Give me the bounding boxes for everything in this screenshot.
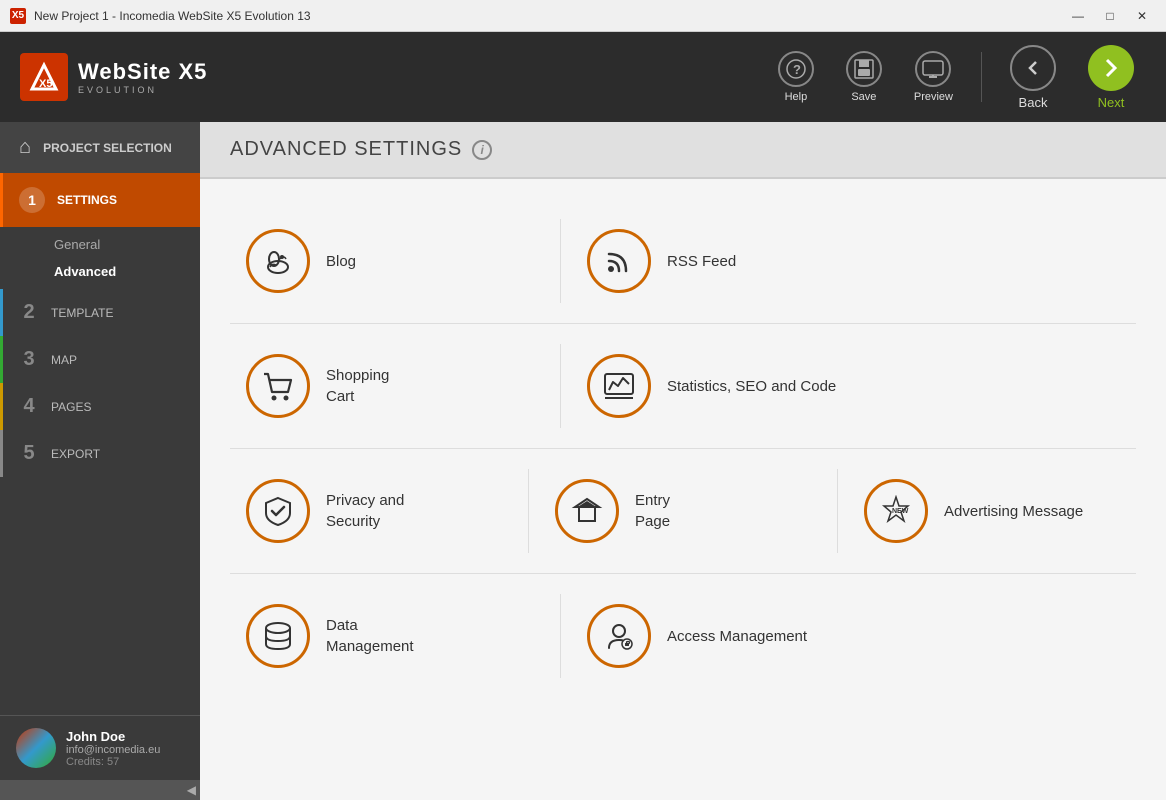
export-label: EXPORT — [51, 447, 100, 461]
advertising-label: Advertising Message — [944, 501, 1083, 522]
tile-privacy[interactable]: Privacy andSecurity — [230, 469, 518, 553]
content-area: ⌂ PROJECT SELECTION 1 SETTINGS General A… — [0, 122, 1166, 800]
tile-rss[interactable]: RSS Feed — [571, 219, 891, 303]
user-email: info@incomedia.eu — [66, 744, 160, 756]
tiles-row-2: Privacy andSecurity EntryPage — [230, 449, 1136, 574]
logo-icon: X5 — [20, 53, 68, 101]
privacy-icon — [246, 479, 310, 543]
main-content: ADVANCED SETTINGS i — [200, 122, 1166, 800]
maximize-button[interactable]: □ — [1096, 6, 1124, 26]
home-icon: ⌂ — [19, 136, 31, 159]
sidebar-item-map[interactable]: 3 MAP — [0, 336, 200, 383]
next-button[interactable]: Next — [1076, 39, 1146, 116]
next-icon — [1088, 45, 1134, 91]
tiles-row-3: DataManagement — [230, 574, 1136, 698]
access-management-label: Access Management — [667, 626, 807, 647]
entry-page-label: EntryPage — [635, 490, 670, 532]
sidebar-item-template[interactable]: 2 TEMPLATE — [0, 289, 200, 336]
separator — [528, 469, 529, 553]
help-button[interactable]: ? Help — [766, 45, 826, 109]
back-icon — [1010, 45, 1056, 91]
access-management-icon — [587, 604, 651, 668]
blog-label: Blog — [326, 251, 356, 272]
advertising-icon: NEW — [864, 479, 928, 543]
pages-label: PAGES — [51, 400, 91, 414]
svg-text:?: ? — [793, 62, 801, 77]
shopping-cart-label: ShoppingCart — [326, 365, 389, 407]
svg-text:NEW: NEW — [892, 508, 909, 515]
info-icon[interactable]: i — [472, 140, 492, 160]
map-label: MAP — [51, 353, 77, 367]
page-title: ADVANCED SETTINGS — [230, 138, 462, 161]
statistics-icon — [587, 354, 651, 418]
brand-name: WebSite X5 — [78, 59, 207, 85]
separator — [560, 594, 561, 678]
user-name: John Doe — [66, 729, 160, 744]
entry-page-icon — [555, 479, 619, 543]
privacy-label: Privacy andSecurity — [326, 490, 404, 532]
svg-text:X5: X5 — [39, 78, 52, 90]
sidebar-item-pages[interactable]: 4 PAGES — [0, 383, 200, 430]
home-label: PROJECT SELECTION — [43, 141, 172, 155]
separator — [837, 469, 838, 553]
tile-data-management[interactable]: DataManagement — [230, 594, 550, 678]
shopping-cart-icon — [246, 354, 310, 418]
template-label: TEMPLATE — [51, 306, 113, 320]
rss-label: RSS Feed — [667, 251, 736, 272]
subnav-advanced[interactable]: Advanced — [16, 258, 200, 285]
toolbar-actions: ? Help Save Preview Bac — [766, 39, 1146, 116]
tiles-container: Blog RSS Feed — [200, 179, 1166, 718]
logo-area: X5 WebSite X5 EVOLUTION — [20, 53, 207, 101]
app-icon: X5 — [10, 8, 26, 24]
app-container: X5 WebSite X5 EVOLUTION ? Help Save — [0, 32, 1166, 800]
settings-subnav: General Advanced — [0, 227, 200, 289]
toolbar-divider — [981, 52, 982, 102]
titlebar: X5 New Project 1 - Incomedia WebSite X5 … — [0, 0, 1166, 32]
user-credits: Credits: 57 — [66, 756, 160, 768]
window-controls: — □ ✕ — [1064, 6, 1156, 26]
rss-icon — [587, 229, 651, 293]
settings-label: SETTINGS — [57, 193, 117, 207]
step-num-1: 1 — [19, 187, 45, 213]
minimize-button[interactable]: — — [1064, 6, 1092, 26]
tile-blog[interactable]: Blog — [230, 219, 550, 303]
logo-text: WebSite X5 EVOLUTION — [78, 59, 207, 95]
collapse-icon: ◀ — [187, 783, 196, 797]
statistics-label: Statistics, SEO and Code — [667, 376, 836, 397]
preview-icon — [915, 51, 951, 87]
save-icon — [846, 51, 882, 87]
tile-statistics[interactable]: Statistics, SEO and Code — [571, 344, 891, 428]
data-management-icon — [246, 604, 310, 668]
sidebar-item-export[interactable]: 5 EXPORT — [0, 430, 200, 477]
back-button[interactable]: Back — [998, 39, 1068, 116]
tile-advertising[interactable]: NEW Advertising Message — [848, 469, 1136, 553]
brand-sub: EVOLUTION — [78, 85, 207, 95]
sidebar-item-project-selection[interactable]: ⌂ PROJECT SELECTION — [0, 122, 200, 173]
tile-entry-page[interactable]: EntryPage — [539, 469, 827, 553]
page-header: ADVANCED SETTINGS i — [200, 122, 1166, 179]
preview-button[interactable]: Preview — [902, 45, 965, 109]
separator — [560, 344, 561, 428]
save-button[interactable]: Save — [834, 45, 894, 109]
data-management-label: DataManagement — [326, 615, 414, 657]
sidebar-nav: ⌂ PROJECT SELECTION 1 SETTINGS General A… — [0, 122, 200, 715]
user-info: John Doe info@incomedia.eu Credits: 57 — [66, 729, 160, 768]
tiles-row-0: Blog RSS Feed — [230, 199, 1136, 324]
avatar — [16, 728, 56, 768]
sidebar: ⌂ PROJECT SELECTION 1 SETTINGS General A… — [0, 122, 200, 800]
tiles-row-1: ShoppingCart Statistics, SEO and Code — [230, 324, 1136, 449]
blog-icon — [246, 229, 310, 293]
window-title: New Project 1 - Incomedia WebSite X5 Evo… — [34, 9, 1064, 23]
separator — [560, 219, 561, 303]
close-button[interactable]: ✕ — [1128, 6, 1156, 26]
toolbar: X5 WebSite X5 EVOLUTION ? Help Save — [0, 32, 1166, 122]
sidebar-collapse-button[interactable]: ◀ — [0, 780, 200, 800]
tile-access-management[interactable]: Access Management — [571, 594, 891, 678]
help-icon: ? — [778, 51, 814, 87]
sidebar-item-settings[interactable]: 1 SETTINGS — [0, 173, 200, 227]
tile-shopping-cart[interactable]: ShoppingCart — [230, 344, 550, 428]
subnav-general[interactable]: General — [16, 231, 200, 258]
user-area: John Doe info@incomedia.eu Credits: 57 — [0, 715, 200, 780]
